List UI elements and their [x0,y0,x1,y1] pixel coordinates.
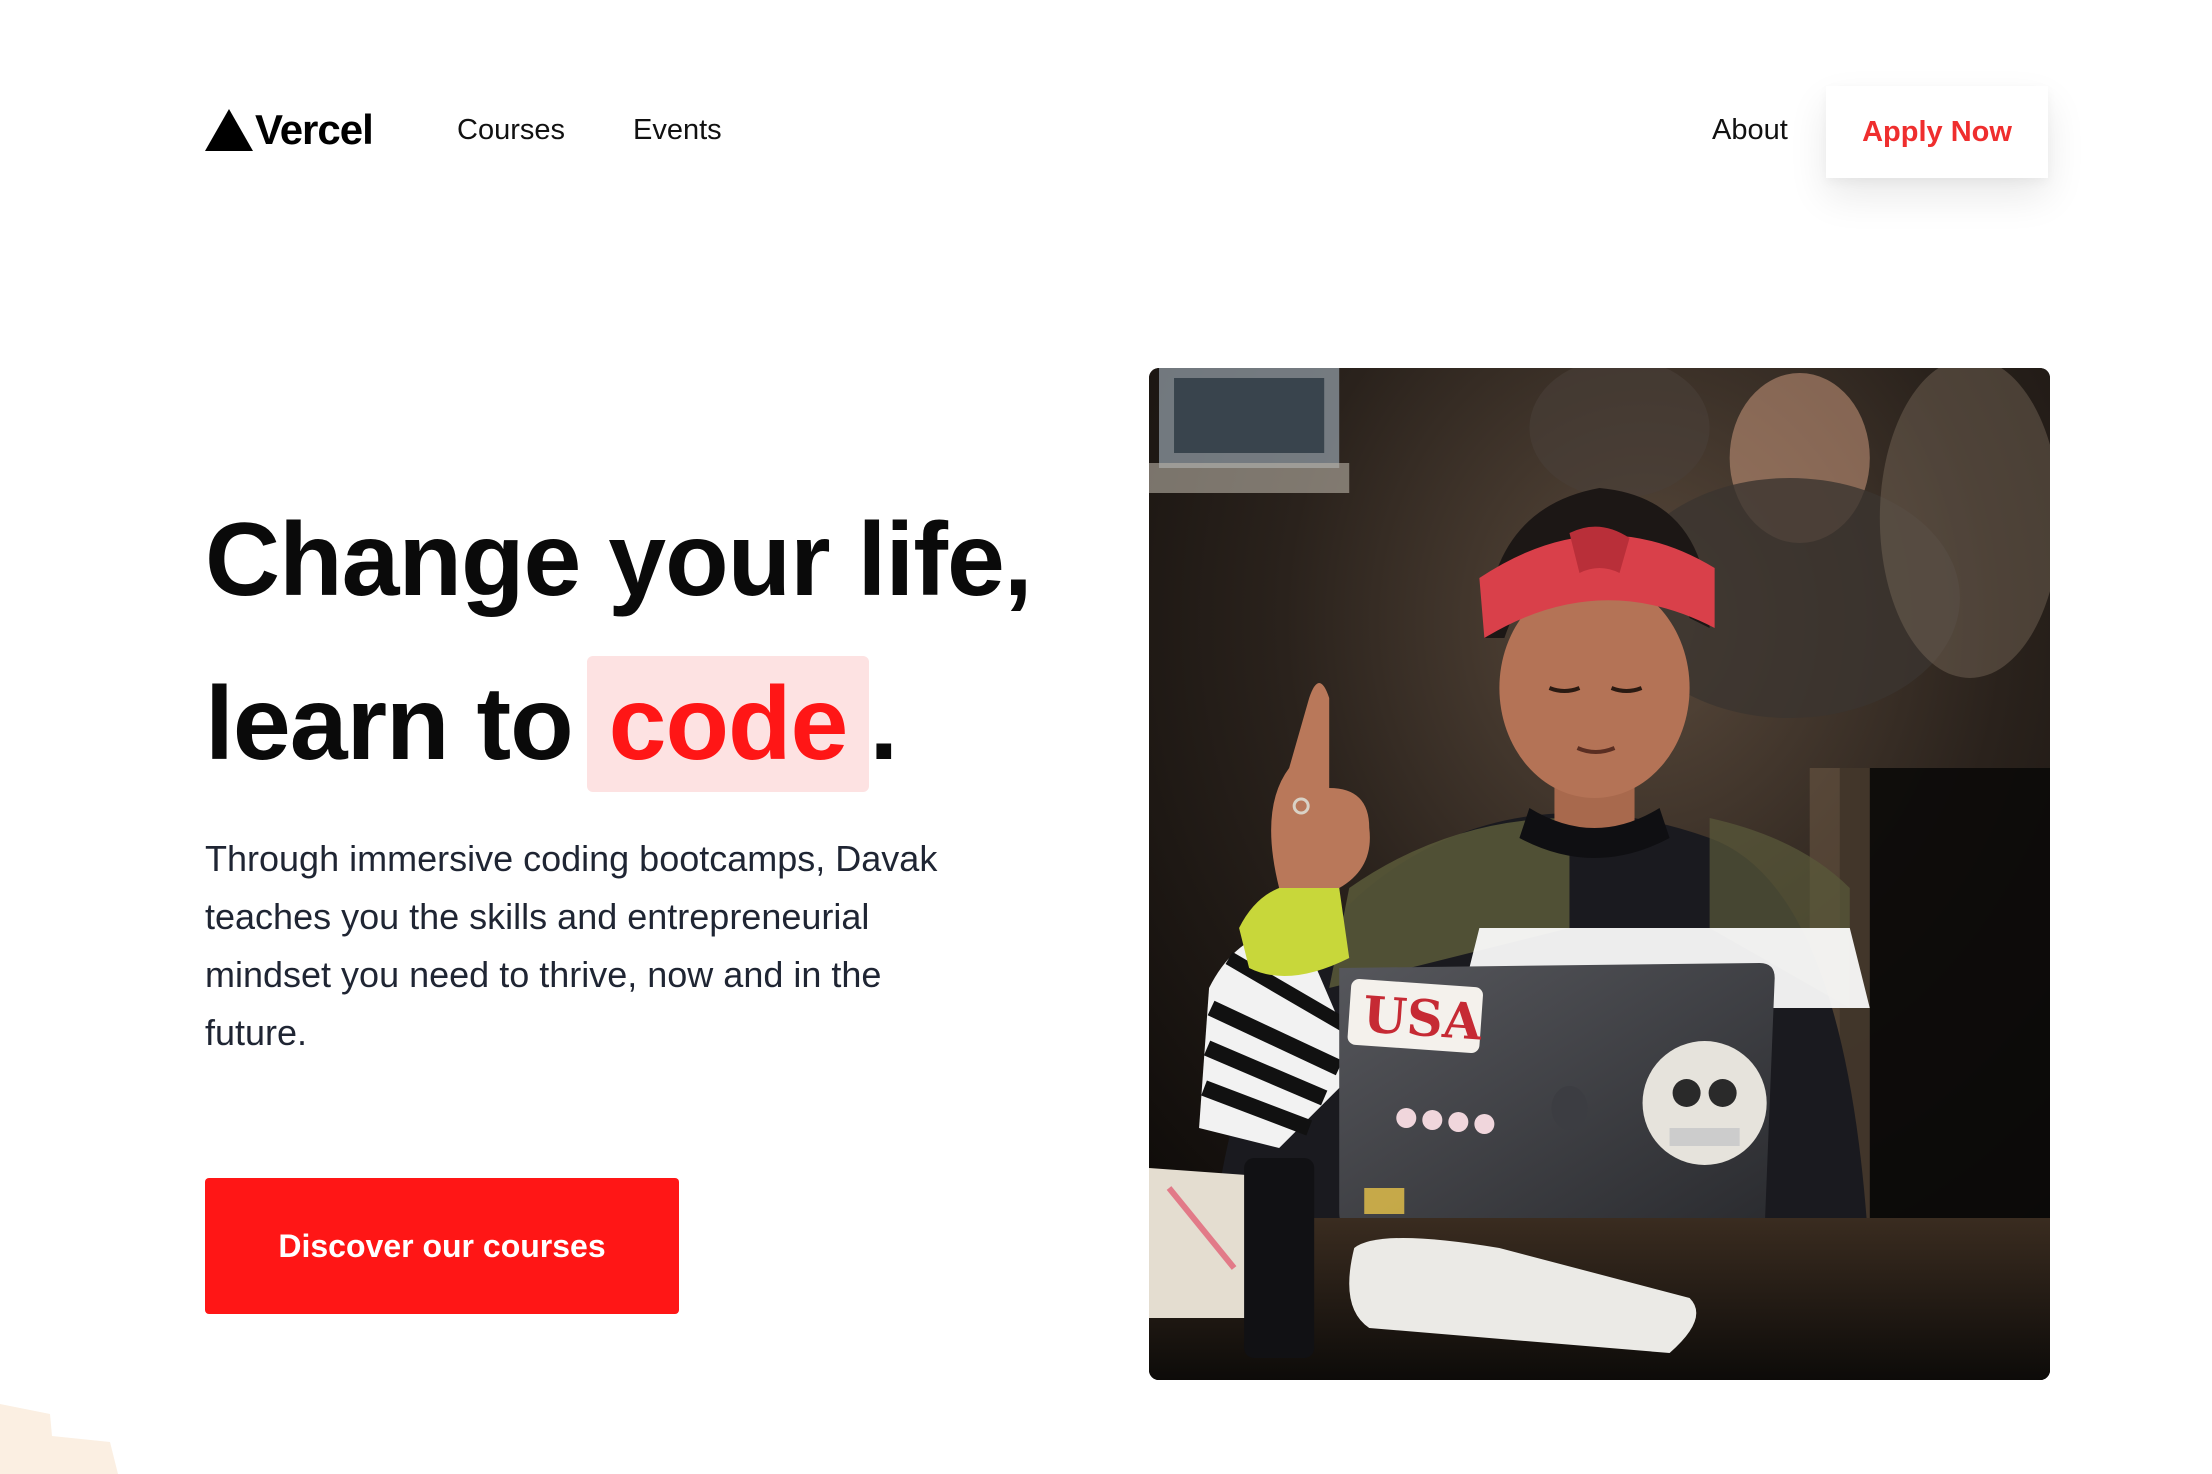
apply-now-button[interactable]: Apply Now [1826,86,2048,178]
hero-photo: USA [1149,368,2050,1380]
headline-prefix: learn to [205,666,574,782]
headline-line-1: Change your life, [205,502,1033,618]
brand-logo[interactable]: Vercel [205,106,374,154]
brand-wordmark: Vercel [255,106,374,153]
nav-link-about[interactable]: About [1712,110,1788,150]
headline-suffix: . [869,666,898,782]
sticker-usa-text: USA [1361,984,1485,1051]
triangle-logo-icon [205,109,253,151]
discover-courses-button[interactable]: Discover our courses [205,1178,679,1314]
hero-headline: Change your life, learn to code. [205,478,1033,806]
headline-highlight: code [586,656,870,792]
nav-link-events[interactable]: Events [633,110,722,150]
decorative-shape [0,1404,118,1474]
hero-photo-illustration: USA [1149,368,2050,1380]
headline-line-2: learn to code. [205,642,1032,806]
nav-link-courses[interactable]: Courses [457,110,565,150]
hero-description: Through immersive coding bootcamps, Dava… [205,838,938,1053]
